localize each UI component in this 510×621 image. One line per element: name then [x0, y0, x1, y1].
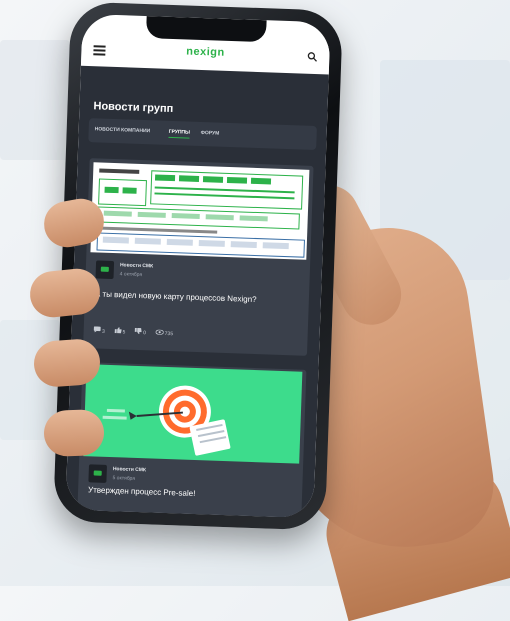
process-map-image [90, 162, 310, 260]
source-name[interactable]: Новости СМК [113, 466, 146, 473]
card-source: Новости СМК 5 октября [88, 464, 146, 484]
tab-company-news[interactable]: НОВОСТИ КОМПАНИИ [95, 126, 151, 134]
main-content: Новости групп НОВОСТИ КОМПАНИИ ГРУППЫ ФО… [65, 65, 329, 519]
phone: nexign Новости групп НОВОСТИ КОМПАНИИ ГР… [53, 1, 343, 531]
like-stat[interactable]: 5 [114, 327, 126, 336]
tab-forum[interactable]: ФОРУМ [201, 130, 220, 137]
hand-finger [43, 408, 105, 458]
comment-count: 3 [101, 328, 105, 335]
background-shape [0, 40, 70, 160]
views-icon [155, 329, 164, 335]
search-icon[interactable] [307, 52, 317, 62]
target-icon [102, 385, 231, 456]
card-headline[interactable]: А ты видел новую карту процессов Nexign? [95, 288, 295, 307]
comment-icon [93, 326, 101, 333]
page-title: Новости групп [93, 100, 174, 116]
source-name[interactable]: Новости СМК [120, 262, 153, 269]
nexign-logo[interactable]: nexign [81, 42, 329, 63]
tab-bar: НОВОСТИ КОМПАНИИ ГРУППЫ ФОРУМ [88, 118, 317, 151]
news-card[interactable]: Новости СМК 4 октября А ты видел новую к… [83, 158, 314, 356]
views-count: 735 [164, 330, 174, 338]
post-date: 4 октября [119, 271, 143, 279]
card-headline[interactable]: Утвержден процесс Pre-sale! [88, 484, 288, 503]
dislike-count: 0 [143, 330, 147, 337]
like-icon [114, 327, 122, 334]
like-count: 5 [122, 329, 126, 336]
news-card[interactable]: Новости СМК 5 октября Утвержден процесс … [76, 362, 307, 519]
group-avatar[interactable] [95, 260, 115, 280]
phone-screen: nexign Новости групп НОВОСТИ КОМПАНИИ ГР… [65, 13, 331, 519]
card-stats: 3 5 0 735 [93, 326, 181, 339]
post-date: 5 октября [112, 475, 136, 482]
dislike-icon [134, 327, 142, 334]
phone-notch [145, 16, 267, 43]
tab-groups[interactable]: ГРУППЫ [168, 128, 191, 139]
target-illustration [83, 364, 303, 464]
views-stat: 735 [155, 329, 174, 338]
group-avatar[interactable] [88, 464, 108, 483]
comment-stat[interactable]: 3 [93, 326, 105, 335]
dislike-stat[interactable]: 0 [134, 327, 147, 337]
